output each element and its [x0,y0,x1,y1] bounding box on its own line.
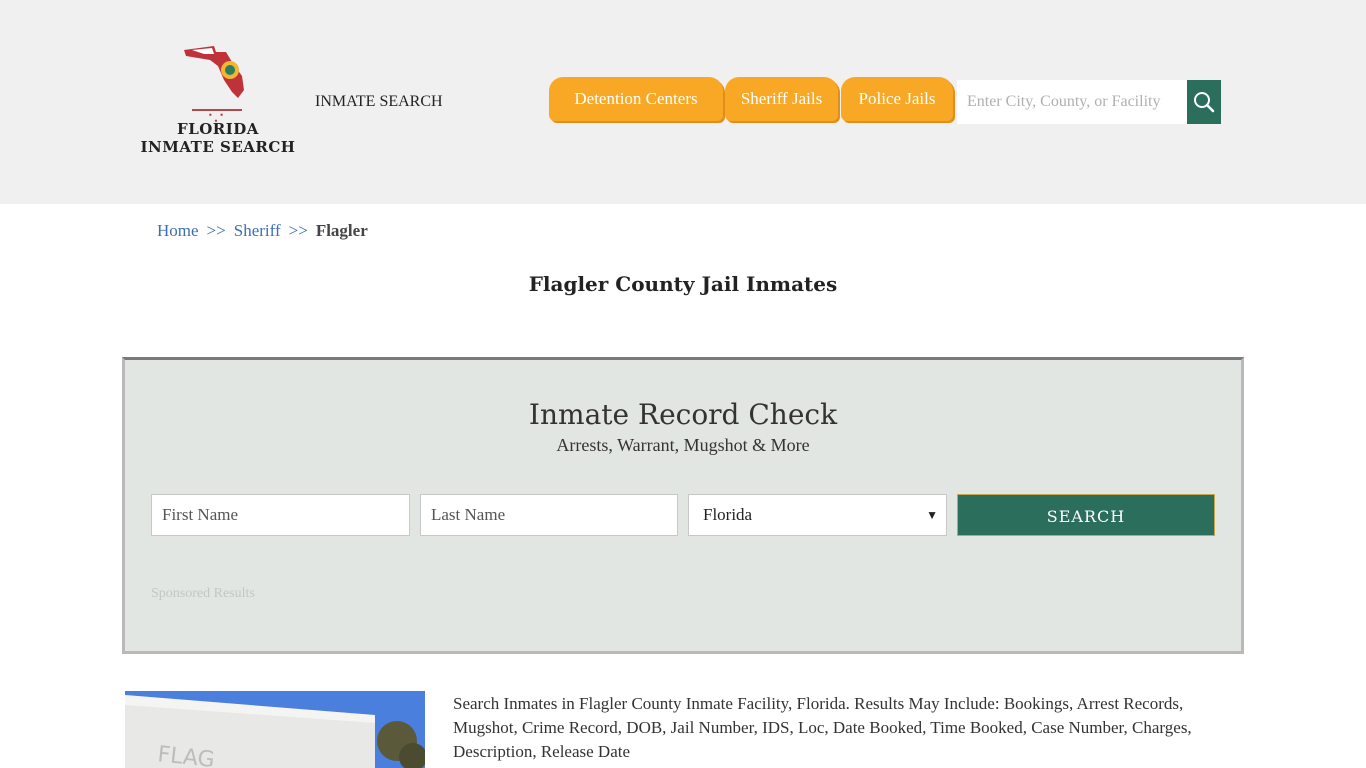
facility-description: Search Inmates in Flagler County Inmate … [453,694,1192,761]
logo-text-line1: FLORIDA [177,120,259,138]
facility-search-input[interactable] [957,80,1187,124]
search-icon [1194,92,1215,113]
facility-building-image: FLAG [125,691,425,768]
breadcrumb-home[interactable]: Home [157,221,199,240]
site-logo[interactable]: • • • FLORIDA INMATE SEARCH [140,40,296,160]
logo-text-line2: INMATE SEARCH [140,138,296,156]
tab-police-jails[interactable]: Police Jails [841,77,953,121]
breadcrumb-separator: >> [288,221,308,240]
breadcrumb-current: Flagler [315,221,368,240]
nav-link-inmate-search[interactable]: INMATE SEARCH [315,93,443,111]
tab-sheriff-jails[interactable]: Sheriff Jails [725,77,838,121]
panel-subtitle: Arrests, Warrant, Mugshot & More [556,435,810,455]
site-header: • • • FLORIDA INMATE SEARCH INMATE SEARC… [0,0,1366,204]
page-title: Flagler County Jail Inmates [528,272,838,296]
breadcrumb: Home >> Sheriff >> Flagler [157,221,368,241]
breadcrumb-sheriff[interactable]: Sheriff [234,221,281,240]
facility-photo: FLAG [125,691,425,768]
breadcrumb-separator: >> [206,221,226,240]
facility-search-button[interactable] [1187,80,1221,124]
state-select-value: Florida [703,505,753,524]
state-select[interactable]: Florida ▼ [688,494,947,536]
sponsored-results-label: Sponsored Results [151,586,255,601]
search-button[interactable]: SEARCH [957,494,1215,536]
chevron-down-icon: ▼ [926,508,938,522]
panel-title: Inmate Record Check [528,398,838,431]
inmate-record-check-panel: Inmate Record Check Arrests, Warrant, Mu… [122,357,1244,654]
tab-detention-centers[interactable]: Detention Centers [549,77,723,121]
facility-search [957,80,1221,124]
last-name-field[interactable]: Last Name [420,494,678,536]
florida-map-icon [184,46,244,98]
first-name-field[interactable]: First Name [151,494,410,536]
